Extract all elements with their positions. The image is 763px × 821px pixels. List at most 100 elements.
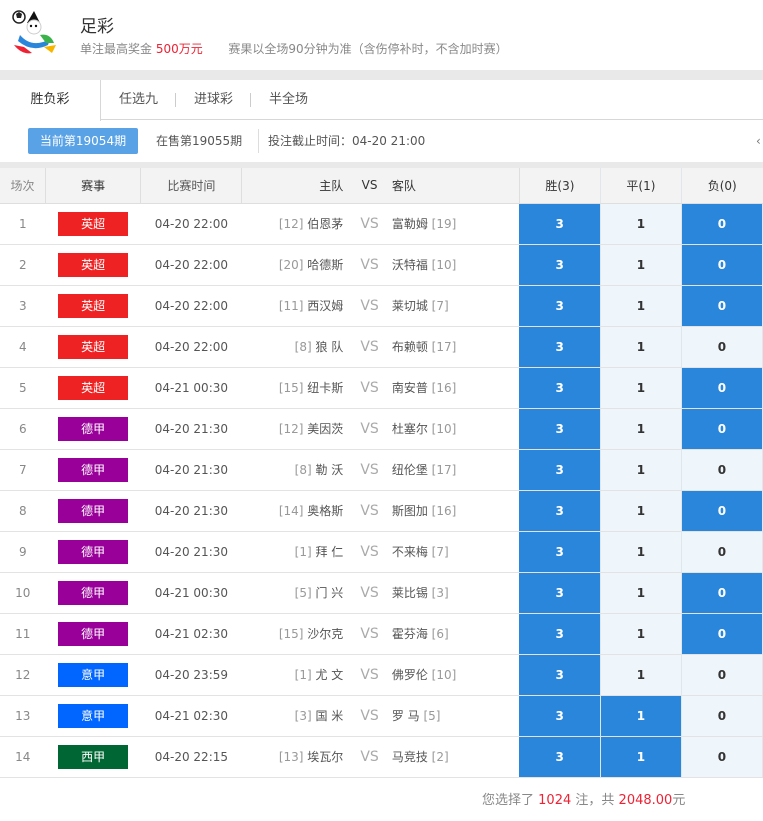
- league-cell: 德甲: [45, 408, 141, 450]
- odd-win-cell[interactable]: 3: [519, 203, 601, 245]
- odd-win-cell[interactable]: 3: [519, 244, 601, 286]
- odd-win-cell[interactable]: 3: [519, 367, 601, 409]
- odd-draw-cell[interactable]: 1: [600, 531, 682, 573]
- home-team: 尤 文: [315, 668, 344, 682]
- odd-win-cell[interactable]: 3: [519, 326, 601, 368]
- match-time: 04-20 21:30: [140, 449, 242, 491]
- header-away: 客队: [389, 168, 520, 204]
- odd-win-cell[interactable]: 3: [519, 613, 601, 655]
- match-row: 8 德甲 04-20 21:30 [14] 奥格斯 VS 斯图加 [16] 3 1 0: [0, 490, 763, 532]
- odd-lose-cell[interactable]: 0: [681, 408, 763, 450]
- odd-lose-cell[interactable]: 0: [681, 613, 763, 655]
- odd-win-cell[interactable]: 3: [519, 695, 601, 737]
- header-no: 场次: [0, 168, 47, 204]
- odd-lose-cell[interactable]: 0: [681, 367, 763, 409]
- away-team-cell: 霍芬海 [6]: [389, 613, 520, 655]
- tab-shengfucai[interactable]: 胜负彩: [0, 80, 101, 121]
- odd-draw-cell[interactable]: 1: [600, 203, 682, 245]
- header-home: 主队: [241, 168, 350, 204]
- odd-lose-cell[interactable]: 0: [681, 654, 763, 696]
- home-team: 西汉姆: [307, 299, 344, 313]
- header-win: 胜(3): [519, 168, 601, 204]
- away-rank: [7]: [431, 299, 449, 313]
- odd-draw-cell[interactable]: 1: [600, 449, 682, 491]
- away-rank: [10]: [431, 258, 457, 272]
- away-team-cell: 佛罗伦 [10]: [389, 654, 520, 696]
- tab-renxuanjiu[interactable]: 任选九: [119, 80, 158, 120]
- match-time: 04-20 21:30: [140, 531, 242, 573]
- home-team-cell: [15] 纽卡斯: [241, 367, 350, 409]
- odd-lose-cell[interactable]: 0: [681, 203, 763, 245]
- odd-draw-cell[interactable]: 1: [600, 285, 682, 327]
- vs-label: VS: [349, 285, 390, 327]
- odd-lose-cell[interactable]: 0: [681, 531, 763, 573]
- summary-mid: 注，共: [575, 793, 615, 808]
- away-rank: [10]: [431, 668, 457, 682]
- match-time: 04-20 22:15: [140, 736, 242, 778]
- odd-lose-cell[interactable]: 0: [681, 285, 763, 327]
- away-team: 不来梅: [391, 545, 428, 559]
- match-row: 14 西甲 04-20 22:15 [13] 埃瓦尔 VS 马竞技 [2] 3 1 0: [0, 736, 763, 778]
- match-table: 场次 赛事 比赛时间 主队 VS 客队 胜(3) 平(1) 负(0) 1 英超 04…: [0, 168, 763, 778]
- odd-draw-cell[interactable]: 1: [600, 244, 682, 286]
- tab-banquanchang[interactable]: 半全场: [269, 80, 308, 120]
- away-rank: [16]: [431, 504, 457, 518]
- scroll-left-icon[interactable]: ‹: [756, 128, 761, 154]
- home-rank: [12]: [278, 217, 304, 231]
- match-number: 12: [0, 654, 46, 696]
- odd-draw-cell[interactable]: 1: [600, 326, 682, 368]
- odd-lose-cell[interactable]: 0: [681, 736, 763, 778]
- away-team: 沃特福: [391, 258, 428, 272]
- odd-lose-cell[interactable]: 0: [681, 244, 763, 286]
- odd-draw-cell[interactable]: 1: [600, 654, 682, 696]
- match-row: 13 意甲 04-21 02:30 [3] 国 米 VS 罗 马 [5] 3 1 0: [0, 695, 763, 737]
- odd-draw-cell[interactable]: 1: [600, 572, 682, 614]
- tab-jinqiucai[interactable]: 进球彩: [194, 80, 233, 120]
- next-issue-link[interactable]: 在售第19055期: [156, 128, 242, 154]
- league-cell: 英超: [45, 326, 141, 368]
- odd-win-cell[interactable]: 3: [519, 408, 601, 450]
- vs-label: VS: [349, 531, 390, 573]
- match-number: 14: [0, 736, 46, 778]
- odd-draw-cell[interactable]: 1: [600, 736, 682, 778]
- header-vs: VS: [349, 168, 390, 204]
- league-cell: 西甲: [45, 736, 141, 778]
- odd-draw-cell[interactable]: 1: [600, 408, 682, 450]
- away-team: 布赖顿: [391, 340, 428, 354]
- odd-win-cell[interactable]: 3: [519, 572, 601, 614]
- current-issue-button[interactable]: 当前第19054期: [28, 128, 138, 154]
- match-number: 8: [0, 490, 46, 532]
- league-badge: 德甲: [58, 621, 129, 646]
- odd-win-cell[interactable]: 3: [519, 449, 601, 491]
- odd-draw-cell[interactable]: 1: [600, 613, 682, 655]
- away-team: 莱比锡: [391, 586, 428, 600]
- match-time: 04-20 23:59: [140, 654, 242, 696]
- odd-draw-cell[interactable]: 1: [600, 367, 682, 409]
- away-rank: [6]: [431, 627, 449, 641]
- match-time: 04-21 00:30: [140, 572, 242, 614]
- odd-lose-cell[interactable]: 0: [681, 490, 763, 532]
- away-team-cell: 杜塞尔 [10]: [389, 408, 520, 450]
- odd-win-cell[interactable]: 3: [519, 736, 601, 778]
- odd-win-cell[interactable]: 3: [519, 490, 601, 532]
- odd-win-cell[interactable]: 3: [519, 531, 601, 573]
- odd-draw-cell[interactable]: 1: [600, 695, 682, 737]
- away-team-cell: 莱切城 [7]: [389, 285, 520, 327]
- odd-draw-cell[interactable]: 1: [600, 490, 682, 532]
- league-badge: 德甲: [58, 457, 129, 482]
- home-team: 沙尔克: [307, 627, 344, 641]
- home-rank: [8]: [294, 340, 312, 354]
- odd-win-cell[interactable]: 3: [519, 654, 601, 696]
- odd-lose-cell[interactable]: 0: [681, 572, 763, 614]
- away-team-cell: 富勒姆 [19]: [389, 203, 520, 245]
- odd-lose-cell[interactable]: 0: [681, 695, 763, 737]
- odd-win-cell[interactable]: 3: [519, 285, 601, 327]
- tab-separator: [250, 93, 251, 107]
- odd-lose-cell[interactable]: 0: [681, 326, 763, 368]
- league-badge: 西甲: [58, 744, 129, 769]
- odd-lose-cell[interactable]: 0: [681, 449, 763, 491]
- league-cell: 英超: [45, 244, 141, 286]
- home-team: 哈德斯: [307, 258, 344, 272]
- vs-label: VS: [349, 449, 390, 491]
- home-rank: [20]: [278, 258, 304, 272]
